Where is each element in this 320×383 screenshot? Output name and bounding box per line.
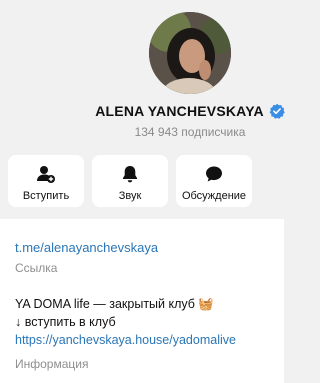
join-label: Вступить: [22, 190, 70, 202]
description-link[interactable]: https://yanchevskaya.house/yadomalive: [15, 331, 280, 349]
channel-description: YA DOMA life — закрытый клуб 🧺 ↓ вступит…: [15, 295, 280, 349]
channel-title-row: ALENA YANCHEVSKAYA: [0, 103, 320, 119]
sound-label: Звук: [118, 190, 142, 202]
description-caption: Информация: [15, 357, 89, 371]
discussion-label: Обсуждение: [181, 190, 247, 202]
join-button[interactable]: Вступить: [8, 155, 84, 207]
sound-button[interactable]: Звук: [92, 155, 168, 207]
join-icon: [37, 166, 55, 183]
description-line-1: YA DOMA life — закрытый клуб 🧺: [15, 297, 214, 311]
description-line-2: ↓ вступить в клуб: [15, 315, 116, 329]
subscriber-count: 134 943 подписчика: [134, 125, 246, 139]
chat-icon: [206, 166, 222, 182]
channel-link[interactable]: t.me/alenayanchevskaya: [15, 240, 158, 255]
channel-name: ALENA YANCHEVSKAYA: [95, 103, 264, 119]
channel-header: ALENA YANCHEVSKAYA 134 943 подписчика Вс…: [0, 0, 285, 219]
avatar-photo: [149, 12, 231, 94]
bell-icon: [123, 166, 137, 183]
discussion-button[interactable]: Обсуждение: [176, 155, 252, 207]
avatar[interactable]: [149, 12, 231, 94]
action-bar: Вступить Звук Обсуждение: [8, 155, 252, 207]
verified-icon: [269, 103, 285, 119]
info-panel: t.me/alenayanchevskaya Ссылка YA DOMA li…: [0, 219, 284, 383]
link-caption: Ссылка: [15, 261, 58, 275]
